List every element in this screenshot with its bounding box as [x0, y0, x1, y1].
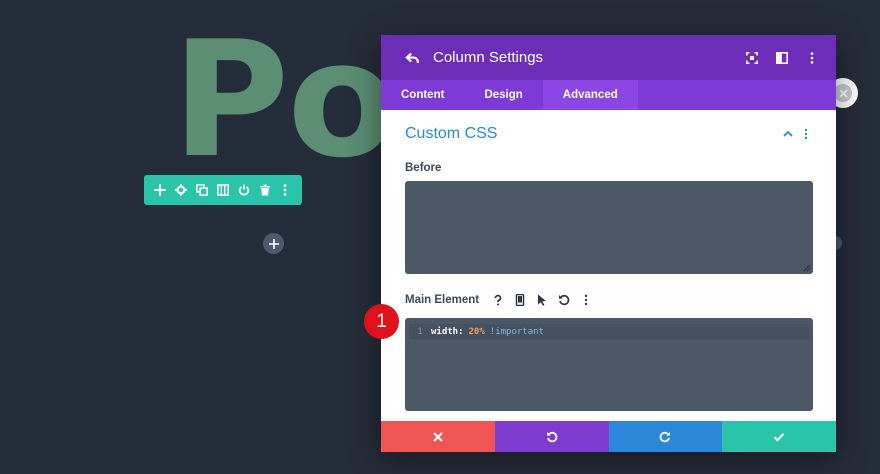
redo-button[interactable]: [608, 421, 723, 452]
reset-icon[interactable]: [555, 292, 573, 308]
modal-footer: [381, 421, 836, 452]
cancel-button[interactable]: [381, 421, 495, 452]
css-value: 20%: [468, 326, 485, 337]
undo-icon: [546, 431, 557, 442]
fullscreen-icon[interactable]: [744, 50, 760, 66]
add-module-button[interactable]: [263, 233, 284, 254]
gear-icon[interactable]: [174, 183, 188, 197]
trash-icon[interactable]: [258, 183, 272, 197]
columns-icon[interactable]: [216, 183, 230, 197]
css-property: width:: [431, 326, 464, 337]
resize-handle-icon[interactable]: [802, 263, 811, 272]
main-element-label: Main Element: [405, 294, 480, 306]
main-element-css-editor[interactable]: 1 width: 20% !important: [405, 318, 813, 411]
power-icon[interactable]: [237, 183, 251, 197]
help-icon[interactable]: [489, 292, 507, 308]
before-label: Before: [405, 162, 442, 174]
column-settings-modal: Column Settings Content Design Advanced …: [381, 35, 836, 452]
tab-design[interactable]: Design: [464, 80, 542, 110]
check-icon: [773, 432, 785, 442]
tab-content[interactable]: Content: [381, 80, 464, 110]
tab-advanced[interactable]: Advanced: [542, 80, 638, 110]
row-toolbar: [144, 175, 302, 205]
split-view-icon[interactable]: [774, 50, 790, 66]
section-header[interactable]: Custom CSS: [405, 124, 812, 144]
step-badge: 1: [364, 304, 399, 339]
plus-icon: [268, 238, 279, 249]
redo-icon: [660, 431, 671, 442]
modal-header: Column Settings: [381, 35, 836, 80]
css-important: !important: [489, 326, 544, 337]
more-vertical-icon[interactable]: [278, 183, 292, 197]
before-css-textarea[interactable]: [405, 181, 813, 274]
chevron-up-icon[interactable]: [782, 128, 794, 140]
custom-css-section: Custom CSS Before Main Element 1 width: …: [381, 110, 836, 421]
modal-title: Column Settings: [433, 49, 544, 66]
undo-button[interactable]: [494, 421, 609, 452]
save-button[interactable]: [722, 421, 836, 452]
settings-tabs: Content Design Advanced: [381, 80, 836, 110]
more-vertical-icon[interactable]: [577, 292, 595, 308]
code-line: 1 width: 20% !important: [409, 324, 809, 339]
more-vertical-icon[interactable]: [804, 50, 820, 66]
section-title: Custom CSS: [405, 125, 498, 142]
more-vertical-icon[interactable]: [800, 128, 812, 140]
duplicate-icon[interactable]: [195, 183, 209, 197]
close-icon: [838, 88, 848, 98]
mobile-icon[interactable]: [511, 292, 529, 308]
hover-cursor-icon[interactable]: [533, 292, 551, 308]
close-icon: [433, 431, 443, 442]
plus-icon[interactable]: [153, 183, 167, 197]
line-number: 1: [417, 326, 423, 337]
back-arrow-icon[interactable]: [405, 49, 423, 67]
main-element-row: Main Element: [405, 292, 812, 308]
